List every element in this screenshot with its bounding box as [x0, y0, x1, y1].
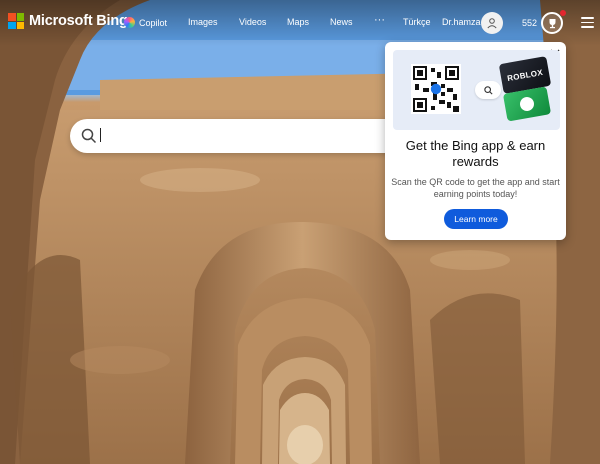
trophy-icon	[549, 18, 555, 28]
search-input[interactable]	[102, 126, 392, 146]
user-name[interactable]: Dr.hamza	[442, 17, 481, 27]
bing-logo[interactable]: Microsoft Bing	[8, 13, 128, 29]
top-header: Microsoft Bing Copilot Images Videos Map…	[0, 0, 600, 46]
logo-text: Microsoft Bing	[29, 13, 128, 29]
search-icon	[483, 85, 493, 95]
notification-dot	[560, 10, 566, 16]
xbox-gift-card	[502, 86, 552, 122]
nav-images[interactable]: Images	[188, 17, 218, 27]
promo-banner: ROBLOX	[393, 50, 560, 130]
nav-copilot-label: Copilot	[139, 17, 168, 28]
nav-videos[interactable]: Videos	[239, 17, 266, 27]
microsoft-logo-icon	[8, 13, 24, 29]
nav-copilot[interactable]: Copilot	[124, 17, 167, 28]
popup-description: Scan the QR code to get the app and star…	[391, 177, 560, 199]
rewards-points[interactable]: 552	[522, 18, 537, 28]
text-caret	[100, 128, 101, 142]
search-box[interactable]	[70, 119, 410, 153]
mini-search-pill	[475, 81, 501, 99]
nav-news[interactable]: News	[330, 17, 353, 27]
search-icon[interactable]	[81, 128, 97, 144]
language-link[interactable]: Türkçe	[403, 17, 431, 27]
copilot-icon	[124, 17, 135, 28]
popup-title: Get the Bing app & earn rewards	[405, 138, 546, 169]
xbox-icon	[518, 95, 536, 113]
qr-code-icon	[411, 64, 461, 114]
nav-maps[interactable]: Maps	[287, 17, 309, 27]
user-icon	[487, 18, 497, 29]
learn-more-button[interactable]: Learn more	[444, 209, 508, 229]
nav-more[interactable]: ···	[374, 14, 385, 26]
menu-icon[interactable]	[581, 17, 594, 28]
avatar[interactable]	[481, 12, 503, 34]
rewards-button[interactable]	[541, 12, 563, 34]
